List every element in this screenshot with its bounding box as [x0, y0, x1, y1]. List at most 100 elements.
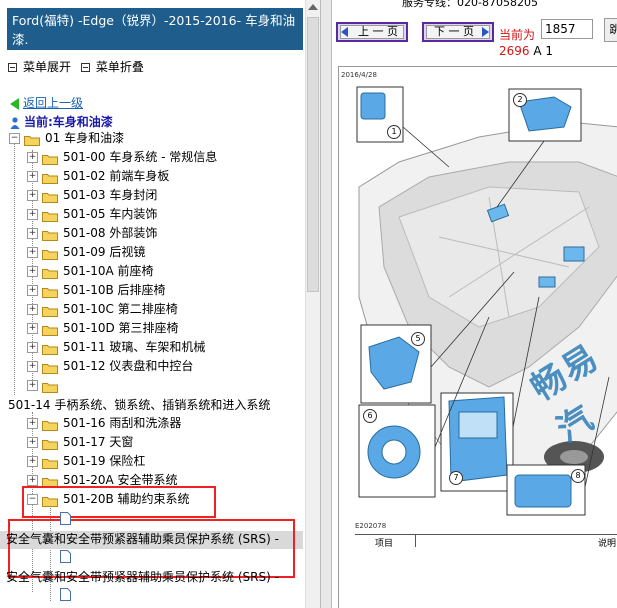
- folder-icon: [42, 285, 58, 298]
- tree-item[interactable]: +501-09 后视镜: [27, 243, 145, 262]
- expand-toggle-icon[interactable]: +: [27, 152, 38, 163]
- highlight-box-section: [22, 486, 216, 518]
- expand-toggle-icon[interactable]: +: [27, 171, 38, 182]
- folder-icon: [42, 209, 58, 222]
- right-panel: 服务专线：020-87058205 上 一 页 下 一 页 当前为 跳 2696…: [332, 0, 617, 608]
- arrow-right-icon: [482, 27, 489, 37]
- menu-controls: 菜单展开 菜单折叠: [8, 58, 144, 75]
- folder-icon: [42, 266, 58, 279]
- scroll-thumb[interactable]: [307, 17, 319, 292]
- srs-document-1[interactable]: 安全气囊和安全带预紧器辅助乘员保护系统 (SRS) -: [6, 530, 279, 549]
- callout-6: 6: [363, 409, 377, 423]
- tree-item[interactable]: +501-12 仪表盘和中控台: [27, 357, 193, 376]
- service-line: 服务专线：020-87058205: [402, 0, 538, 9]
- expand-toggle-icon[interactable]: +: [27, 437, 38, 448]
- left-panel: Ford(福特) -Edge（锐界）-2015-2016- 车身和油漆. 菜单展…: [0, 0, 320, 608]
- tree-item[interactable]: +501-16 雨刮和洗涤器: [27, 414, 181, 433]
- page-number-input[interactable]: [541, 19, 593, 39]
- folder-icon: [42, 152, 58, 165]
- folder-icon: [42, 228, 58, 241]
- scroll-up-icon[interactable]: [308, 4, 318, 10]
- vehicle-illustration: [356, 86, 617, 516]
- back-link[interactable]: 返回上一级: [10, 94, 83, 111]
- document-icon: [60, 512, 71, 525]
- collapse-icon: [80, 63, 90, 72]
- expand-icon: [8, 63, 17, 72]
- expand-toggle-icon[interactable]: +: [27, 304, 38, 315]
- tree-item[interactable]: +501-03 车身封闭: [27, 186, 157, 205]
- panel-divider[interactable]: [320, 0, 332, 608]
- expand-toggle-icon[interactable]: +: [27, 361, 38, 372]
- doc-node-2[interactable]: [60, 547, 71, 566]
- doc-node-3[interactable]: [60, 585, 71, 604]
- expand-toggle-icon[interactable]: +: [27, 323, 38, 334]
- collapse-toggle-icon[interactable]: −: [9, 133, 20, 144]
- tree-item[interactable]: +501-08 外部装饰: [27, 224, 157, 243]
- callout-2: 2: [513, 93, 527, 107]
- prev-page-button[interactable]: 上 一 页: [336, 22, 408, 42]
- page-total: 2696 A 1: [499, 44, 554, 58]
- tree-item[interactable]: +501-02 前端车身板: [27, 167, 169, 186]
- folder-icon: [42, 456, 58, 469]
- arrow-left-icon: [341, 27, 348, 37]
- folder-icon: [42, 190, 58, 203]
- expand-toggle-icon[interactable]: +: [27, 418, 38, 429]
- folder-icon: [42, 323, 58, 336]
- folder-icon: [42, 247, 58, 260]
- menu-expand-button[interactable]: 菜单展开: [8, 58, 71, 75]
- expand-toggle-icon[interactable]: +: [27, 475, 38, 486]
- folder-icon: [42, 418, 58, 431]
- expand-toggle-icon[interactable]: +: [27, 456, 38, 467]
- folder-icon: [42, 437, 58, 450]
- tree-item[interactable]: +501-10B 后排座椅: [27, 281, 166, 300]
- callout-8: 8: [571, 469, 585, 483]
- expand-toggle-icon[interactable]: +: [27, 285, 38, 296]
- user-icon: [10, 116, 20, 129]
- tree-item[interactable]: +: [27, 376, 63, 395]
- tree-item[interactable]: +501-05 车内装饰: [27, 205, 157, 224]
- page-title: Ford(福特) -Edge（锐界）-2015-2016- 车身和油漆.: [7, 8, 303, 50]
- folder-icon: [42, 171, 58, 184]
- table-column-item: 项目: [375, 539, 394, 549]
- tree-item[interactable]: +501-10C 第二排座椅: [27, 300, 178, 319]
- expand-toggle-icon[interactable]: +: [27, 342, 38, 353]
- tree-item[interactable]: +501-11 玻璃、车架和机械: [27, 338, 205, 357]
- srs-document-2[interactable]: 安全气囊和安全带预紧器辅助乘员保护系统 (SRS) -: [6, 568, 279, 587]
- document-code: E202078: [355, 522, 387, 530]
- folder-icon: [42, 304, 58, 317]
- tree-item[interactable]: +501-00 车身系统 - 常规信息: [27, 148, 217, 167]
- tree-item[interactable]: +501-10A 前座椅: [27, 262, 154, 281]
- next-page-button[interactable]: 下 一 页: [422, 22, 494, 42]
- callout-7: 7: [449, 471, 463, 485]
- tree-item[interactable]: +501-10D 第三排座椅: [27, 319, 179, 338]
- callout-1: 1: [387, 125, 401, 139]
- callout-5: 5: [411, 332, 425, 346]
- folder-icon: [42, 361, 58, 374]
- arrow-left-icon: [10, 97, 19, 110]
- expand-toggle-icon[interactable]: +: [27, 190, 38, 201]
- tree-item[interactable]: +501-17 天窗: [27, 433, 133, 452]
- document-icon: [60, 550, 71, 563]
- current-location: 当前:车身和油漆: [10, 113, 113, 130]
- table-column-description: 说明: [598, 539, 617, 549]
- expand-toggle-icon[interactable]: +: [27, 266, 38, 277]
- folder-open-icon: [24, 133, 40, 146]
- tree-item[interactable]: +501-19 保险杠: [27, 452, 145, 471]
- folder-icon: [42, 380, 58, 393]
- document-page: 2016/4/28 1 2 5 6 7 8 畅易汽 E202078 项目 说明: [338, 66, 617, 608]
- folder-icon: [42, 475, 58, 488]
- tree-item-wrapped[interactable]: 501-14 手柄系统、锁系统、插销系统和进入系统: [8, 396, 270, 415]
- jump-button[interactable]: 跳: [604, 18, 617, 42]
- expand-toggle-icon[interactable]: +: [27, 247, 38, 258]
- expand-toggle-icon[interactable]: +: [27, 380, 38, 391]
- expand-toggle-icon[interactable]: +: [27, 209, 38, 220]
- expand-toggle-icon[interactable]: +: [27, 228, 38, 239]
- menu-collapse-button[interactable]: 菜单折叠: [80, 58, 144, 75]
- doc-node-1[interactable]: [60, 509, 71, 528]
- document-icon: [60, 588, 71, 601]
- current-page-label: 当前为: [499, 28, 536, 42]
- left-scrollbar[interactable]: [305, 0, 320, 608]
- document-table-header: 项目 说明: [355, 534, 617, 549]
- tree-root[interactable]: −01 车身和油漆: [9, 129, 124, 148]
- folder-icon: [42, 342, 58, 355]
